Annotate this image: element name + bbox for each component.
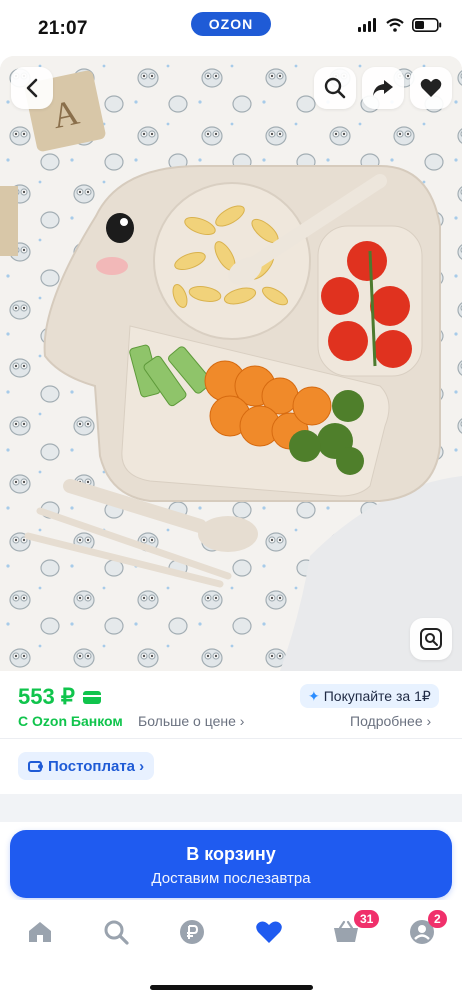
home-icon (29, 922, 51, 942)
search-icon (104, 920, 129, 945)
status-bar: 21:07 OZON (0, 0, 462, 56)
home-indicator (150, 985, 313, 990)
back-button[interactable] (11, 67, 53, 109)
ozon-brand-pill: OZON (191, 12, 271, 36)
promo-badge-label: Покупайте за 1₽ (323, 687, 431, 704)
section-separator (0, 794, 462, 822)
product-image[interactable]: A (0, 56, 462, 671)
favorite-button[interactable] (410, 67, 452, 109)
profile-badge: 2 (428, 910, 447, 928)
cart-badge: 31 (354, 910, 380, 928)
divider (0, 738, 462, 739)
heart-icon (420, 78, 442, 97)
tab-search[interactable] (102, 918, 130, 946)
postpay-label: Постоплата › (48, 757, 145, 775)
bank-card-icon (82, 690, 101, 704)
tab-finance[interactable] (178, 918, 206, 946)
signal-icon (358, 18, 376, 32)
image-search-icon (420, 628, 442, 650)
product-photo: A (0, 56, 462, 671)
price-row: 553 ₽ (18, 684, 101, 710)
wallet-icon (28, 760, 43, 772)
tab-profile[interactable]: 2 (408, 910, 447, 946)
promo-badge[interactable]: ✦ Покупайте за 1₽ (300, 684, 439, 708)
search-button[interactable] (314, 67, 356, 109)
share-button[interactable] (362, 67, 404, 109)
heart-icon (256, 921, 282, 943)
image-search-button[interactable] (410, 618, 452, 660)
clock: 21:07 (38, 18, 88, 39)
sparkle-icon: ✦ (308, 687, 320, 704)
more-about-price-link[interactable]: Больше о цене › (138, 713, 244, 729)
ozon-bank-label: С Ozon Банком (18, 713, 123, 729)
search-icon (324, 77, 346, 99)
tab-cart[interactable]: 31 (332, 910, 380, 946)
add-to-cart-button[interactable]: В корзину Доставим послезавтра (10, 830, 452, 898)
battery-icon (412, 18, 442, 32)
ruble-icon (180, 920, 204, 944)
status-icons (358, 18, 442, 32)
delivery-subtitle: Доставим послезавтра (151, 870, 311, 887)
tab-favorites[interactable] (255, 918, 283, 946)
price-value: 553 ₽ (18, 684, 75, 709)
postpay-button[interactable]: Постоплата › (18, 752, 155, 780)
wifi-icon (386, 18, 404, 32)
chevron-left-icon (26, 78, 38, 98)
share-arrow-icon (373, 80, 393, 96)
details-link[interactable]: Подробнее › (350, 713, 431, 729)
add-to-cart-title: В корзину (186, 844, 276, 864)
tab-home[interactable] (26, 918, 54, 946)
